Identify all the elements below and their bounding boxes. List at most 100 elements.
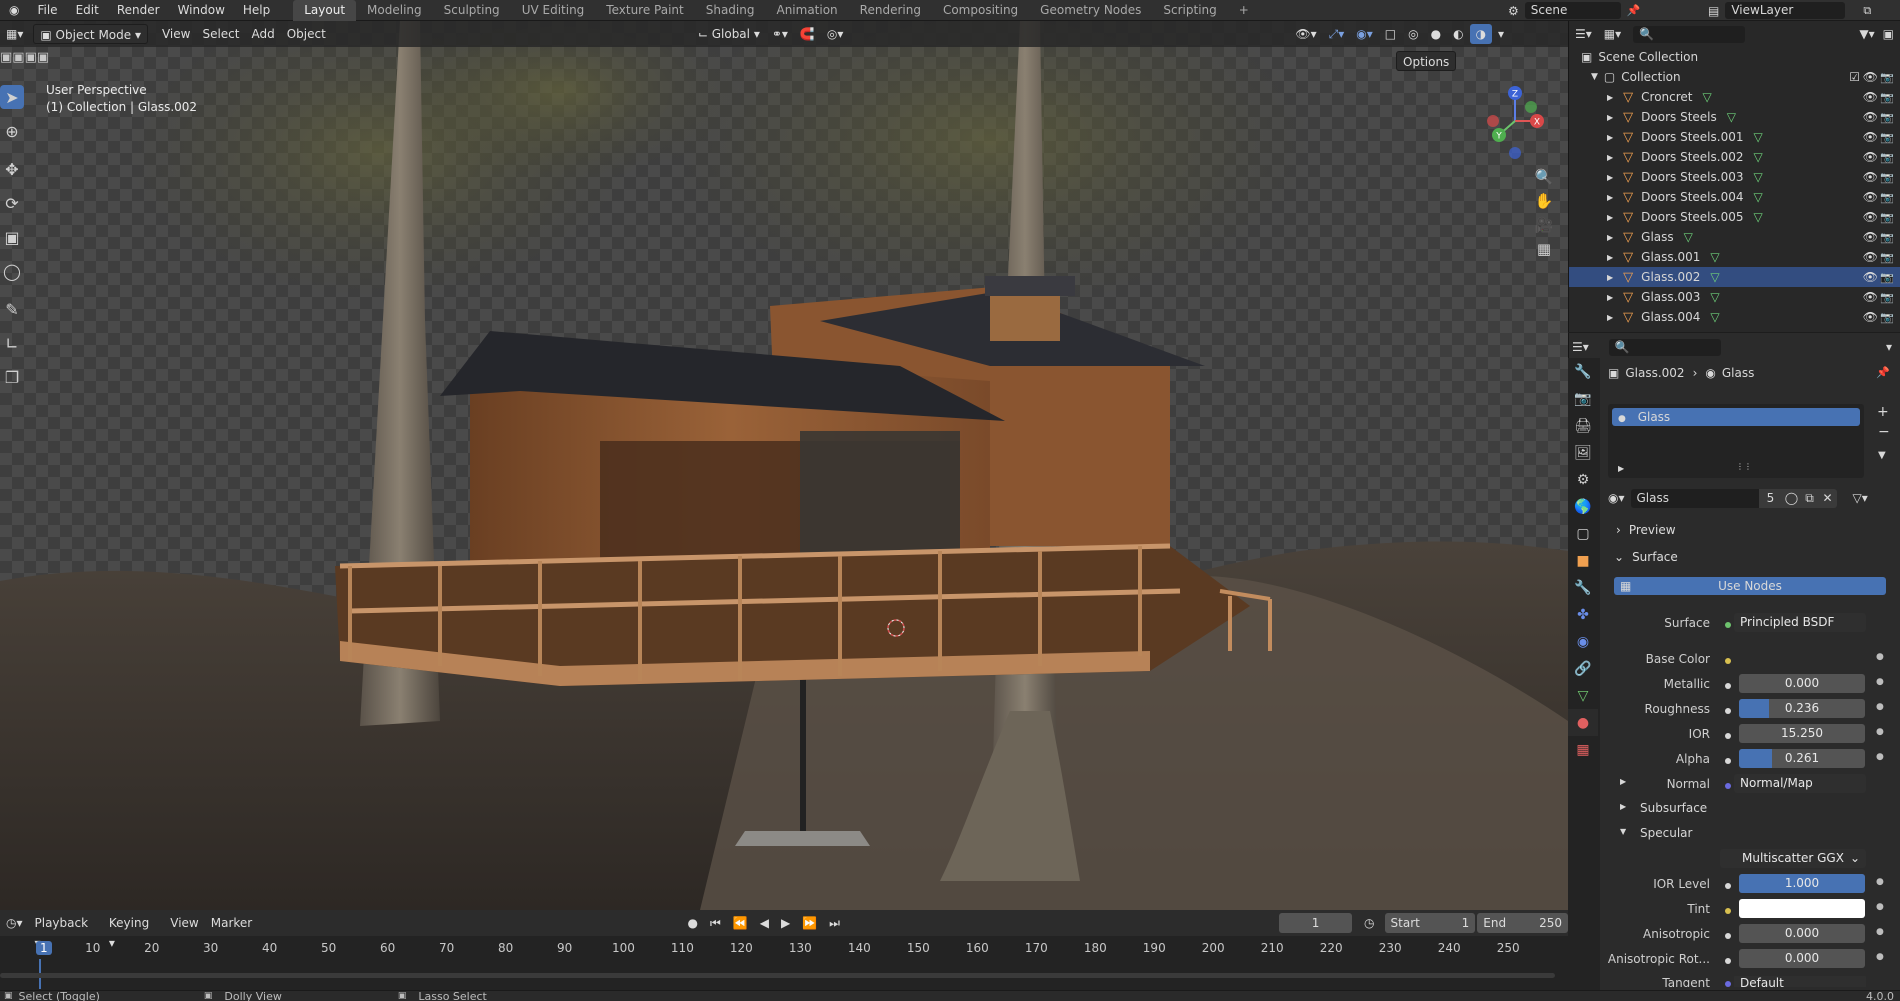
tool-tab-icon[interactable]: 🔧 bbox=[1568, 358, 1598, 385]
scale-tool-icon[interactable]: ▣ bbox=[0, 225, 24, 249]
menu-view[interactable]: View bbox=[156, 24, 196, 44]
object-tab-icon[interactable]: ■ bbox=[1568, 547, 1598, 574]
outliner-item[interactable]: ▶ ▽ Doors Steels.001 ▽ 👁 📷 bbox=[1569, 127, 1900, 147]
orientation-dropdown[interactable]: ⌙ Global ▾ bbox=[692, 24, 766, 44]
mesh-data-icon[interactable]: ▽ bbox=[1753, 170, 1762, 184]
auto-key-icon[interactable]: ● bbox=[681, 913, 703, 933]
camera-icon[interactable]: 📷 bbox=[1880, 291, 1894, 304]
jump-end-icon[interactable]: ⏭ bbox=[823, 913, 846, 933]
preview-section[interactable]: › Preview bbox=[1616, 523, 1676, 537]
material-slot-item[interactable]: ● Glass bbox=[1612, 408, 1860, 426]
select-mode-buttons[interactable]: ▣▣▣▣ bbox=[0, 50, 49, 65]
mesh-data-icon[interactable]: ▽ bbox=[1710, 250, 1719, 264]
tab-uv-editing[interactable]: UV Editing bbox=[511, 0, 596, 21]
menu-marker[interactable]: Marker bbox=[205, 913, 258, 933]
outliner-search-field[interactable]: 🔍 bbox=[1633, 25, 1746, 43]
select-box-tool-icon[interactable]: ➤ bbox=[0, 85, 24, 109]
outliner-item[interactable]: ▶ ▽ Glass.003 ▽ 👁 📷 bbox=[1569, 287, 1900, 307]
mesh-data-icon[interactable]: ▽ bbox=[1753, 210, 1762, 224]
render-tab-icon[interactable]: 📷 bbox=[1568, 385, 1598, 412]
scene-tab-icon[interactable]: ⚙ bbox=[1568, 466, 1598, 493]
display-mode-icon[interactable]: ▦▾ bbox=[1604, 27, 1621, 41]
surface-shader-field[interactable]: Principled BSDF bbox=[1734, 613, 1866, 632]
browse-material-icon[interactable]: ◉▾ bbox=[1608, 491, 1625, 505]
eye-icon[interactable]: 👁 bbox=[1863, 110, 1878, 124]
timeline-editor-icon[interactable]: ◷▾ bbox=[0, 913, 29, 933]
view-layer-name[interactable]: ViewLayer bbox=[1725, 2, 1846, 19]
blender-logo-icon[interactable]: ◉ bbox=[0, 0, 28, 21]
properties-search-field[interactable]: 🔍 bbox=[1608, 338, 1721, 356]
base-color-keyframe-icon[interactable]: ● bbox=[1876, 652, 1884, 662]
new-collection-icon[interactable]: ▣ bbox=[1883, 27, 1894, 41]
expand-icon[interactable]: ▶ bbox=[1607, 93, 1613, 102]
shading-rendered-icon[interactable]: ◑ bbox=[1469, 24, 1493, 44]
camera-icon[interactable]: 📷 bbox=[1880, 271, 1894, 284]
snap-icon[interactable]: 🧲 bbox=[794, 24, 821, 44]
particles-tab-icon[interactable]: ✤ bbox=[1568, 601, 1598, 628]
anisotropic-field[interactable]: 0.000 bbox=[1739, 924, 1865, 943]
expand-icon[interactable]: ▶ bbox=[1607, 233, 1613, 242]
tab-layout[interactable]: Layout bbox=[293, 0, 357, 21]
add-cube-tool-icon[interactable]: ❐ bbox=[0, 365, 24, 389]
select-mode-icon[interactable]: ▣▣▣▣ bbox=[0, 50, 49, 65]
tint-color-swatch[interactable] bbox=[1739, 899, 1865, 918]
expand-icon[interactable]: ▶ bbox=[1607, 313, 1613, 322]
physics-tab-icon[interactable]: ◉ bbox=[1568, 628, 1598, 655]
outliner-item[interactable]: ▶ ▽ Glass ▽ 👁 📷 bbox=[1569, 227, 1900, 247]
mesh-data-icon[interactable]: ▽ bbox=[1710, 310, 1719, 324]
zoom-icon[interactable]: 🔍 bbox=[1532, 165, 1556, 189]
pin-icon[interactable]: 📌 bbox=[1627, 4, 1641, 17]
jump-keyframe-back-icon[interactable]: ⏪ bbox=[727, 913, 754, 933]
outliner-item[interactable]: ▶ ▽ Doors Steels.004 ▽ 👁 📷 bbox=[1569, 187, 1900, 207]
eye-icon[interactable]: 👁 bbox=[1863, 150, 1878, 164]
metallic-field[interactable]: 0.000 bbox=[1739, 674, 1865, 693]
outliner-item[interactable]: ▶ ▽ Doors Steels.002 ▽ 👁 📷 bbox=[1569, 147, 1900, 167]
ior-field[interactable]: 15.250 bbox=[1739, 724, 1865, 743]
outliner-item[interactable]: ▶ ▽ Glass.001 ▽ 👁 📷 bbox=[1569, 247, 1900, 267]
jump-keyframe-forward-icon[interactable]: ⏩ bbox=[796, 913, 823, 933]
tab-compositing[interactable]: Compositing bbox=[932, 0, 1029, 21]
mesh-data-icon[interactable]: ▽ bbox=[1727, 110, 1736, 124]
menu-file[interactable]: File bbox=[28, 0, 66, 21]
camera-icon[interactable]: 📷 bbox=[1880, 211, 1894, 224]
add-workspace-button[interactable]: + bbox=[1228, 0, 1260, 21]
alpha-keyframe-icon[interactable]: ● bbox=[1876, 752, 1884, 762]
duplicate-material-icon[interactable]: ⧉ bbox=[1800, 488, 1819, 508]
eye-icon[interactable]: 👁 bbox=[1863, 290, 1878, 304]
unlink-material-icon[interactable]: ✕ bbox=[1818, 488, 1837, 508]
timeline-scrollbar[interactable] bbox=[0, 973, 1555, 978]
eye-icon[interactable]: 👁 bbox=[1863, 190, 1878, 204]
mesh-data-icon[interactable]: ▽ bbox=[1753, 190, 1762, 204]
outliner-item[interactable]: ▶ ▽ Doors Steels.003 ▽ 👁 📷 bbox=[1569, 167, 1900, 187]
eye-icon[interactable]: 👁 bbox=[1863, 230, 1878, 244]
view-layer-selector[interactable]: ▤ ViewLayer ⧉ bbox=[1708, 0, 1871, 21]
outliner-editor-icon[interactable]: ☰▾ bbox=[1575, 27, 1592, 41]
pivot-icon[interactable]: ⚭▾ bbox=[766, 24, 794, 44]
slot-menu-icon[interactable]: ▼ bbox=[1878, 450, 1886, 461]
shading-material-icon[interactable]: ◐ bbox=[1447, 24, 1469, 44]
options-button[interactable]: Options bbox=[1396, 51, 1457, 71]
end-frame-field[interactable]: End 250 bbox=[1477, 913, 1568, 933]
camera-icon[interactable]: 📷 bbox=[1880, 251, 1894, 264]
pan-hand-icon[interactable]: ✋ bbox=[1532, 189, 1556, 213]
modifier-tab-icon[interactable]: 🔧 bbox=[1568, 574, 1598, 601]
filter-icon[interactable]: ▼▾ bbox=[1859, 27, 1874, 41]
play-icon[interactable]: ▶ bbox=[775, 913, 796, 933]
start-frame-field[interactable]: Start 1 bbox=[1384, 913, 1476, 933]
outliner-item[interactable]: ▶ ▽ Croncret ▽ 👁 📷 bbox=[1569, 87, 1900, 107]
preview-range-icon[interactable]: ◷ bbox=[1358, 913, 1380, 933]
specular-expand-icon[interactable]: ▼ bbox=[1620, 827, 1626, 836]
ortho-grid-icon[interactable]: ▦ bbox=[1532, 237, 1556, 261]
annotate-tool-icon[interactable]: ✎ bbox=[0, 297, 24, 321]
move-tool-icon[interactable]: ✥ bbox=[0, 157, 24, 181]
expand-icon[interactable]: ▶ bbox=[1607, 113, 1613, 122]
current-frame-field[interactable]: 1 bbox=[1279, 913, 1353, 933]
mesh-data-icon[interactable]: ▽ bbox=[1703, 90, 1712, 104]
pin-properties-icon[interactable]: 📌 bbox=[1876, 366, 1890, 379]
data-tab-icon[interactable]: ▽ bbox=[1568, 682, 1598, 709]
scene-collection-row[interactable]: ▣ Scene Collection bbox=[1569, 47, 1900, 67]
tab-rendering[interactable]: Rendering bbox=[849, 0, 932, 21]
specular-panel[interactable]: Specular bbox=[1640, 826, 1692, 840]
alpha-slider[interactable]: 0.261 bbox=[1739, 749, 1865, 768]
tab-animation[interactable]: Animation bbox=[765, 0, 848, 21]
